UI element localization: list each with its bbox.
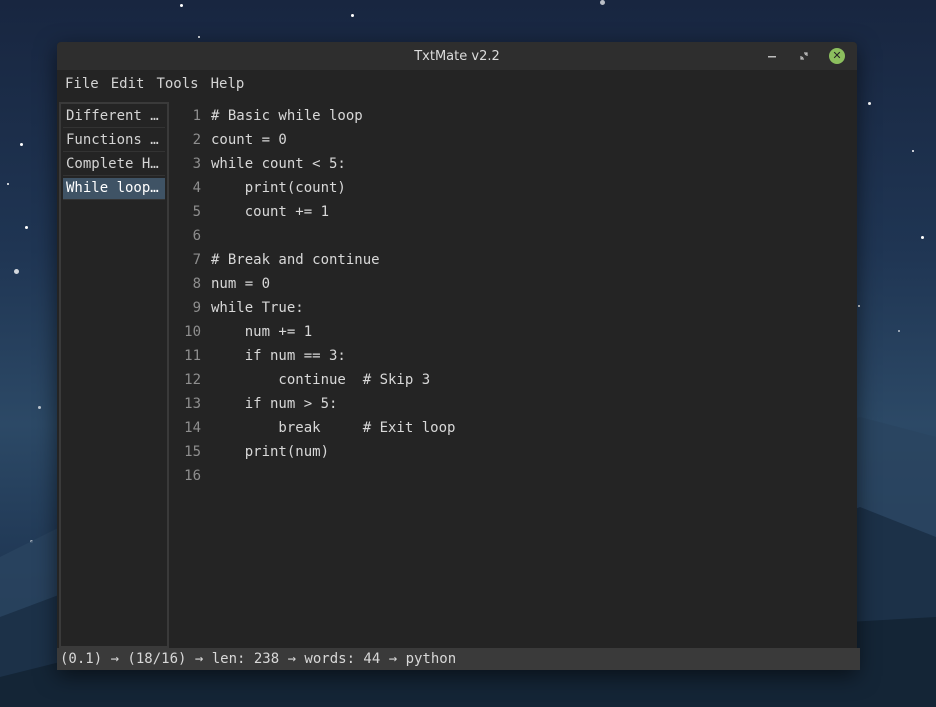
line-number: 15 — [184, 444, 201, 460]
star — [921, 236, 924, 239]
code-line[interactable]: 10 num += 1 — [169, 320, 312, 344]
line-number: 10 — [184, 324, 201, 340]
menu-tools[interactable]: Tools — [152, 76, 202, 92]
window-controls: ✕ — [761, 47, 845, 65]
code-line[interactable]: 11 if num == 3: — [169, 344, 346, 368]
code-line[interactable]: 4 print(count) — [169, 176, 346, 200]
star — [912, 150, 914, 152]
code-line[interactable]: 6 — [169, 224, 211, 248]
code-line[interactable]: 12 continue # Skip 3 — [169, 368, 430, 392]
line-text: break # Exit loop — [211, 420, 456, 436]
code-line[interactable]: 15 print(num) — [169, 440, 329, 464]
line-number: 6 — [192, 228, 201, 244]
star — [868, 102, 871, 105]
line-text: count = 0 — [211, 132, 287, 148]
star — [14, 269, 19, 274]
sidebar-item-different[interactable]: Different … — [63, 106, 165, 128]
line-number: 12 — [184, 372, 201, 388]
code-line[interactable]: 8 num = 0 — [169, 272, 270, 296]
code-line[interactable]: 3 while count < 5: — [169, 152, 346, 176]
minimize-icon[interactable] — [761, 47, 783, 65]
code-editor[interactable]: 1 # Basic while loop 2 count = 0 3 while coun… — [169, 104, 857, 646]
line-number: 14 — [184, 420, 201, 436]
line-number: 9 — [192, 300, 201, 316]
status-bar: (0.1) → (18/16) → len: 238 → words: 44 →… — [57, 648, 860, 670]
sidebar-item-functions[interactable]: Functions … — [63, 130, 165, 152]
file-list-sidebar: Different … Functions … Complete H… Whil… — [59, 102, 169, 648]
star — [180, 4, 183, 7]
line-number: 7 — [192, 252, 201, 268]
line-number: 16 — [184, 468, 201, 484]
line-text: if num > 5: — [211, 396, 338, 412]
line-text: count += 1 — [211, 204, 330, 220]
star — [858, 305, 860, 307]
code-line[interactable]: 13 if num > 5: — [169, 392, 337, 416]
line-number: 11 — [184, 348, 201, 364]
star — [898, 330, 900, 332]
line-text: if num == 3: — [211, 348, 346, 364]
line-number: 2 — [192, 132, 201, 148]
code-line[interactable]: 2 count = 0 — [169, 128, 287, 152]
star — [198, 36, 200, 38]
code-line[interactable]: 5 count += 1 — [169, 200, 329, 224]
window-title: TxtMate v2.2 — [414, 48, 500, 64]
menu-file[interactable]: File — [61, 76, 103, 92]
close-icon[interactable]: ✕ — [829, 48, 845, 64]
sidebar-item-while-loop[interactable]: While loop… — [63, 178, 165, 200]
line-text: while True: — [211, 300, 304, 316]
line-text: print(count) — [211, 180, 346, 196]
menu-help[interactable]: Help — [207, 76, 249, 92]
line-text: # Basic while loop — [211, 108, 363, 124]
editor-window: TxtMate v2.2 ✕ File Edit Tools Help Diff… — [57, 42, 860, 670]
star — [7, 183, 9, 185]
code-line[interactable]: 9 while True: — [169, 296, 304, 320]
line-text: # Break and continue — [211, 252, 380, 268]
sidebar-item-complete[interactable]: Complete H… — [63, 154, 165, 176]
line-number: 1 — [192, 108, 201, 124]
line-number: 5 — [192, 204, 201, 220]
restore-icon[interactable] — [793, 47, 815, 65]
line-text: num += 1 — [211, 324, 313, 340]
line-text: num = 0 — [211, 276, 271, 292]
star — [351, 14, 354, 17]
star — [25, 226, 28, 229]
title-bar[interactable]: TxtMate v2.2 ✕ — [57, 42, 857, 70]
code-line[interactable]: 14 break # Exit loop — [169, 416, 455, 440]
line-number: 8 — [192, 276, 201, 292]
line-number: 4 — [192, 180, 201, 196]
code-line[interactable]: 1 # Basic while loop — [169, 104, 363, 128]
code-line[interactable]: 16 — [169, 464, 211, 488]
star — [20, 143, 23, 146]
menu-bar: File Edit Tools Help — [57, 70, 857, 97]
star — [600, 0, 605, 5]
code-line[interactable]: 7 # Break and continue — [169, 248, 380, 272]
line-number: 3 — [192, 156, 201, 172]
line-text: continue # Skip 3 — [211, 372, 431, 388]
menu-edit[interactable]: Edit — [107, 76, 149, 92]
line-text: print(num) — [211, 444, 330, 460]
line-number: 13 — [184, 396, 201, 412]
line-text: while count < 5: — [211, 156, 346, 172]
